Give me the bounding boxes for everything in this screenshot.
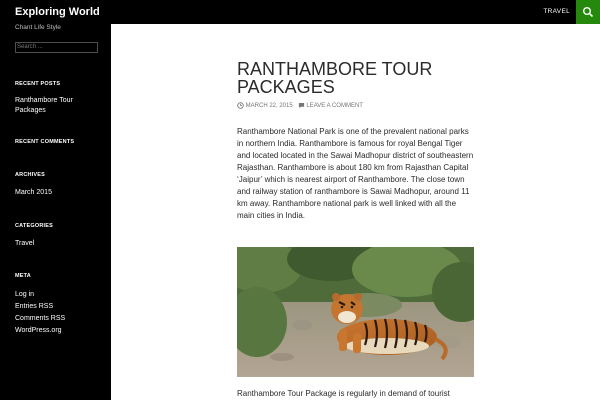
- post-date[interactable]: MARCH 22, 2015: [246, 103, 293, 109]
- nav-item-travel[interactable]: TRAVEL: [543, 0, 570, 24]
- comment-icon: [298, 103, 304, 109]
- meta-link-entries-rss[interactable]: Entries RSS: [15, 302, 95, 312]
- search-input[interactable]: Search ...: [15, 42, 98, 53]
- site-title[interactable]: Exploring World: [15, 0, 100, 24]
- archive-link-march-2015[interactable]: March 2015: [15, 188, 95, 198]
- search-icon: [583, 7, 594, 18]
- widget-title-recent-posts: RECENT POSTS: [15, 81, 61, 87]
- post-paragraph-2: Ranthambore Tour Package is regularly in…: [237, 389, 450, 398]
- clock-icon: [237, 102, 244, 109]
- site-header: Exploring World TRAVEL: [0, 0, 600, 24]
- meta-link-wordpress-org[interactable]: WordPress.org: [15, 326, 95, 336]
- post-paragraph-1: Ranthambore National Park is one of the …: [237, 127, 474, 220]
- widget-title-categories: CATEGORIES: [15, 223, 53, 229]
- sidebar: Chant Life Style Search ... RECENT POSTS…: [0, 24, 111, 400]
- post-meta: MARCH 22, 2015 LEAVE A COMMENT: [237, 102, 363, 109]
- meta-link-comments-rss[interactable]: Comments RSS: [15, 314, 95, 324]
- widget-title-recent-comments: RECENT COMMENTS: [15, 139, 75, 145]
- main-content: RANTHAMBORE TOUR PACKAGES MARCH 22, 2015…: [111, 24, 600, 400]
- widget-title-archives: ARCHIVES: [15, 172, 46, 178]
- search-toggle-button[interactable]: [576, 0, 600, 24]
- leave-comment-link[interactable]: LEAVE A COMMENT: [306, 103, 363, 109]
- meta-link-login[interactable]: Log in: [15, 290, 95, 300]
- recent-post-link[interactable]: Ranthambore Tour Packages: [15, 96, 95, 115]
- category-link-travel[interactable]: Travel: [15, 239, 95, 249]
- widget-title-meta: META: [15, 273, 31, 279]
- tiger-photo: [237, 247, 474, 377]
- site-tagline: Chant Life Style: [15, 24, 61, 31]
- post-title[interactable]: RANTHAMBORE TOUR PACKAGES: [237, 60, 447, 96]
